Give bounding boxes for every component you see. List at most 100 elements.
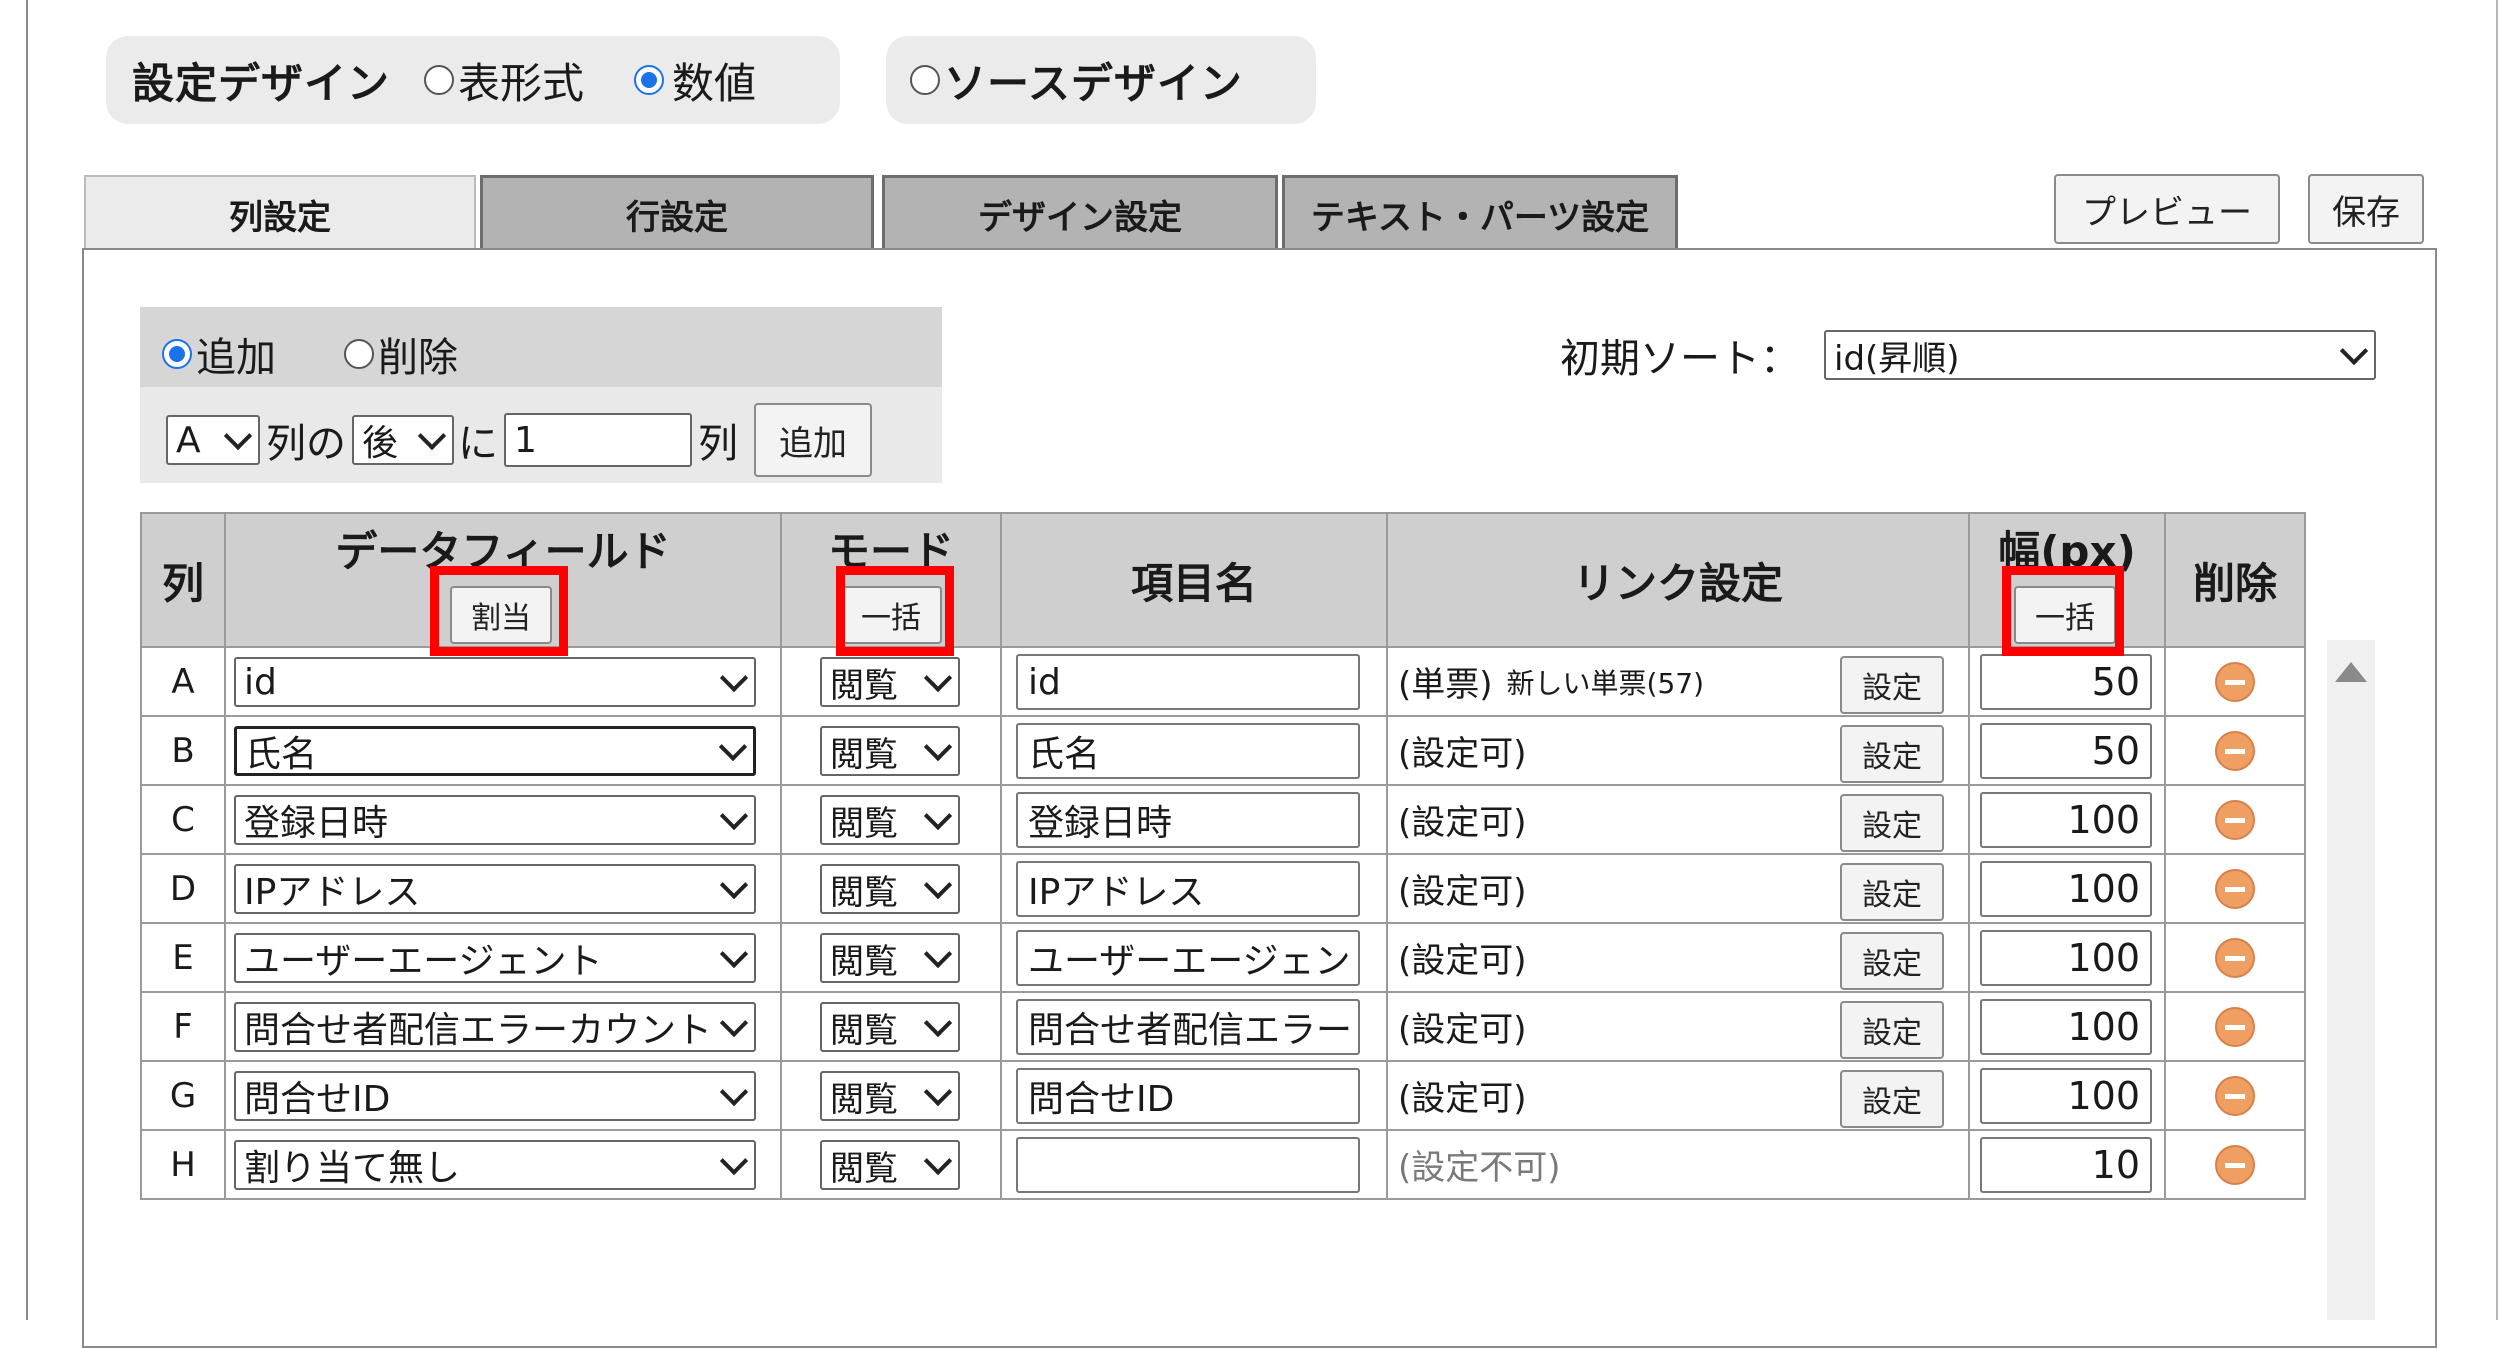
item-name-input[interactable]: 問合せID [1016, 1068, 1360, 1124]
mode-select[interactable]: 閲覧 [820, 726, 960, 776]
chevron-down-icon [923, 1008, 953, 1038]
datafield-select[interactable]: IPアドレス [234, 864, 756, 914]
initial-sort-select[interactable]: id(昇順) [1824, 330, 2376, 380]
item-name-input[interactable]: ユーザーエージェン [1016, 930, 1360, 986]
vertical-scrollbar[interactable] [2327, 640, 2375, 1320]
chevron-down-icon [719, 663, 749, 693]
add-column-label: 追加 [779, 423, 847, 464]
mode-select[interactable]: 閲覧 [820, 1002, 960, 1052]
width-input[interactable]: 50 [1980, 654, 2152, 710]
link-status: (設定可) [1398, 1062, 1527, 1129]
item-name-cell: id [1000, 646, 1388, 717]
datafield-select[interactable]: ユーザーエージェント [234, 933, 756, 983]
radio-icon[interactable] [910, 65, 940, 95]
tab-column-settings[interactable]: 列設定 [84, 175, 476, 251]
width-input[interactable]: 100 [1980, 1068, 2152, 1124]
add-column-button[interactable]: 追加 [754, 403, 872, 477]
delete-cell [2164, 922, 2306, 993]
highlight-box [430, 566, 568, 656]
mode-select[interactable]: 閲覧 [820, 1071, 960, 1121]
delete-row-icon[interactable] [2215, 661, 2255, 702]
tab-design-settings[interactable]: デザイン設定 [882, 175, 1278, 251]
link-set-button[interactable]: 設定 [1840, 656, 1944, 714]
link-set-button[interactable]: 設定 [1840, 1070, 1944, 1128]
width-input[interactable]: 10 [1980, 1137, 2152, 1193]
datafield-select[interactable]: id [234, 657, 756, 707]
mode-cell: 閲覧 [780, 784, 1002, 855]
radio-icon[interactable] [344, 339, 374, 369]
width-value: 10 [2091, 1143, 2140, 1187]
count-input[interactable]: 1 [504, 413, 692, 467]
mode-select[interactable]: 閲覧 [820, 795, 960, 845]
item-name-cell: IPアドレス [1000, 853, 1388, 924]
save-button[interactable]: 保存 [2308, 174, 2424, 244]
datafield-select[interactable]: 登録日時 [234, 795, 756, 845]
item-name-input[interactable]: IPアドレス [1016, 861, 1360, 917]
delete-row-icon[interactable] [2215, 868, 2255, 909]
item-name-cell: 登録日時 [1000, 784, 1388, 855]
preview-button[interactable]: プレビュー [2054, 174, 2280, 244]
link-set-button[interactable]: 設定 [1840, 725, 1944, 783]
datafield-select[interactable]: 割り当て無し [234, 1140, 756, 1190]
radio-selected-icon[interactable] [634, 65, 665, 95]
mode-select[interactable]: 閲覧 [820, 933, 960, 983]
link-set-button[interactable]: 設定 [1840, 863, 1944, 921]
delete-row-icon[interactable] [2215, 1144, 2255, 1185]
radio-numeric[interactable]: 数値 [634, 50, 756, 111]
width-input[interactable]: 100 [1980, 792, 2152, 848]
mode-value: 閲覧 [830, 1010, 898, 1051]
datafield-select[interactable]: 氏名 [234, 726, 756, 776]
tab-row-settings[interactable]: 行設定 [480, 175, 874, 251]
radio-icon[interactable] [424, 65, 455, 95]
width-input[interactable]: 100 [1980, 999, 2152, 1055]
column-select[interactable]: A [166, 415, 260, 465]
scroll-up-icon[interactable] [2335, 662, 2367, 682]
radio-delete[interactable]: 削除 [344, 325, 458, 383]
count-input-value: 1 [514, 419, 537, 461]
link-set-label: 設定 [1862, 947, 1922, 982]
table-row: D IPアドレス 閲覧 IPアドレス (設定可) 設定 100 [140, 853, 2306, 924]
tab-label: テキスト・パーツ設定 [1310, 198, 1650, 238]
item-name-input[interactable]: id [1016, 654, 1360, 710]
mode-select[interactable]: 閲覧 [820, 864, 960, 914]
datafield-select[interactable]: 問合せ者配信エラーカウント [234, 1002, 756, 1052]
mode-cell: 閲覧 [780, 922, 1002, 993]
delete-row-icon[interactable] [2215, 799, 2255, 840]
right-border [2496, 0, 2498, 1320]
delete-row-icon[interactable] [2215, 1006, 2255, 1047]
delete-cell [2164, 784, 2306, 855]
link-cell: (単票) 新しい単票(57) 設定 [1386, 646, 1970, 717]
item-name-input[interactable]: 氏名 [1016, 723, 1360, 779]
table-row: Aid 閲覧 id (単票) 新しい単票(57) 設定 50 [140, 646, 2306, 717]
width-input[interactable]: 50 [1980, 723, 2152, 779]
delete-row-icon[interactable] [2215, 730, 2255, 771]
tab-label: デザイン設定 [978, 198, 1182, 238]
item-name-input[interactable]: 問合せ者配信エラー [1016, 999, 1360, 1055]
radio-selected-icon[interactable] [162, 339, 192, 369]
highlight-box [2002, 566, 2124, 656]
mode-select[interactable]: 閲覧 [820, 1140, 960, 1190]
mode-select[interactable]: 閲覧 [820, 657, 960, 707]
radio-table-format[interactable]: 表形式 [424, 50, 584, 111]
position-select[interactable]: 後 [352, 415, 454, 465]
datafield-value: 問合せID [244, 1079, 391, 1120]
source-design-option[interactable]: ソースデザイン [886, 36, 1316, 124]
item-name-input[interactable] [1016, 1137, 1360, 1193]
delete-row-icon[interactable] [2215, 1075, 2255, 1116]
link-set-button[interactable]: 設定 [1840, 932, 1944, 990]
datafield-select[interactable]: 問合せID [234, 1071, 756, 1121]
chevron-down-icon [719, 1146, 749, 1176]
link-set-button[interactable]: 設定 [1840, 1001, 1944, 1059]
text-column-of: 列の [266, 421, 346, 467]
tab-text-parts-settings[interactable]: テキスト・パーツ設定 [1282, 175, 1678, 251]
item-name-input[interactable]: 登録日時 [1016, 792, 1360, 848]
initial-sort-value: id(昇順) [1834, 338, 1960, 379]
link-set-button[interactable]: 設定 [1840, 794, 1944, 852]
radio-add[interactable]: 追加 [162, 325, 276, 383]
width-input[interactable]: 100 [1980, 930, 2152, 986]
datafield-cell: 問合せ者配信エラーカウント [224, 991, 782, 1062]
delete-row-icon[interactable] [2215, 937, 2255, 978]
width-input[interactable]: 100 [1980, 861, 2152, 917]
source-design-label: ソースデザイン [944, 58, 1243, 108]
item-name-value: ユーザーエージェン [1028, 941, 1351, 982]
